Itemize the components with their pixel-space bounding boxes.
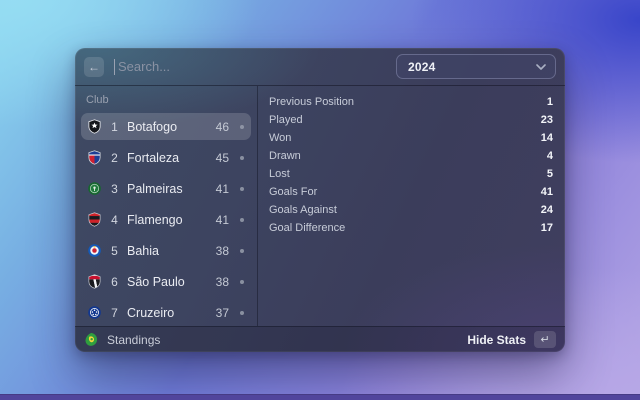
- stat-row-won: Won 14: [269, 129, 553, 147]
- status-dot: [240, 310, 244, 315]
- toolbar: ← 2024: [75, 48, 565, 86]
- stat-label: Goals Against: [269, 204, 337, 216]
- botafogo-crest-icon: [88, 119, 101, 134]
- stat-label: Won: [269, 132, 292, 144]
- club-position: 7: [111, 305, 118, 320]
- club-name: Cruzeiro: [127, 305, 175, 320]
- flamengo-crest-icon: [88, 212, 101, 227]
- chevron-down-icon: [536, 63, 546, 70]
- text-caret: [114, 58, 115, 75]
- stat-row-played: Played 23: [269, 111, 553, 129]
- club-points: 45: [215, 150, 229, 165]
- stat-row-previous-position: Previous Position 1: [269, 93, 553, 111]
- club-position: 3: [111, 181, 118, 196]
- club-row-botafogo[interactable]: 1 Botafogo 46: [81, 113, 251, 140]
- sao-paulo-crest-icon: [88, 274, 101, 289]
- back-button[interactable]: ←: [84, 56, 104, 77]
- club-row-sao-paulo[interactable]: 6 São Paulo 38: [81, 268, 251, 295]
- stat-value: 1: [546, 96, 553, 108]
- stat-label: Played: [269, 114, 303, 126]
- club-points: 41: [215, 181, 229, 196]
- bahia-crest-icon: [88, 244, 101, 257]
- club-points: 46: [215, 119, 229, 134]
- stat-label: Drawn: [269, 150, 301, 162]
- footer-title: Standings: [107, 332, 161, 347]
- stat-label: Goals For: [269, 186, 318, 198]
- stat-value: 4: [546, 150, 553, 162]
- club-row-bahia[interactable]: 5 Bahia 38: [81, 237, 251, 264]
- club-name: Botafogo: [127, 119, 178, 134]
- clubs-panel: Club 1 Botafogo 46 2 Fortaleza 45 3 Palm…: [75, 86, 258, 326]
- status-dot: [240, 279, 244, 284]
- season-value: 2024: [408, 59, 436, 74]
- stat-value: 41: [540, 186, 553, 198]
- club-name: Fortaleza: [127, 150, 180, 165]
- stat-row-drawn: Drawn 4: [269, 147, 553, 165]
- club-points: 38: [215, 274, 229, 289]
- status-dot: [240, 155, 244, 160]
- stat-value: 14: [540, 132, 553, 144]
- stat-row-lost: Lost 5: [269, 165, 553, 183]
- stat-value: 17: [540, 222, 553, 234]
- standings-window: ← 2024 Club 1 Botafogo 46: [75, 48, 565, 352]
- stat-row-goals-against: Goals Against 24: [269, 201, 553, 219]
- club-row-flamengo[interactable]: 4 Flamengo 41: [81, 206, 251, 233]
- fortaleza-crest-icon: [88, 150, 101, 165]
- stat-row-goal-difference: Goal Difference 17: [269, 219, 553, 237]
- status-dot: [240, 248, 244, 253]
- club-position: 5: [111, 243, 118, 258]
- stat-label: Previous Position: [269, 96, 354, 108]
- club-name: Bahia: [127, 243, 159, 258]
- footer-bar: Standings Hide Stats ↵: [75, 326, 565, 352]
- brasileirao-logo-icon: [85, 332, 98, 346]
- club-name: Palmeiras: [127, 181, 183, 196]
- stat-row-goals-for: Goals For 41: [269, 183, 553, 201]
- hide-stats-button[interactable]: Hide Stats: [467, 333, 526, 347]
- stat-value: 23: [540, 114, 553, 126]
- club-position: 4: [111, 212, 118, 227]
- cruzeiro-crest-icon: [88, 306, 101, 319]
- club-row-fortaleza[interactable]: 2 Fortaleza 45: [81, 144, 251, 171]
- club-points: 41: [215, 212, 229, 227]
- status-dot: [240, 186, 244, 191]
- club-row-palmeiras[interactable]: 3 Palmeiras 41: [81, 175, 251, 202]
- club-position: 1: [111, 119, 118, 134]
- club-points: 37: [215, 305, 229, 320]
- club-name: São Paulo: [127, 274, 185, 289]
- return-key-icon[interactable]: ↵: [534, 331, 556, 348]
- stat-value: 24: [540, 204, 553, 216]
- season-dropdown[interactable]: 2024: [396, 54, 556, 79]
- status-dot: [240, 217, 244, 222]
- stat-label: Lost: [269, 168, 290, 180]
- club-name: Flamengo: [127, 212, 183, 227]
- club-position: 2: [111, 150, 118, 165]
- club-points: 38: [215, 243, 229, 258]
- stat-value: 5: [546, 168, 553, 180]
- status-dot: [240, 124, 244, 129]
- club-position: 6: [111, 274, 118, 289]
- back-arrow-icon: ←: [88, 59, 100, 74]
- search-input[interactable]: [118, 59, 396, 74]
- club-row-cruzeiro[interactable]: 7 Cruzeiro 37: [81, 299, 251, 326]
- main-area: Club 1 Botafogo 46 2 Fortaleza 45 3 Palm…: [75, 86, 565, 326]
- stats-panel: Previous Position 1 Played 23 Won 14 Dra…: [258, 86, 565, 326]
- stat-label: Goal Difference: [269, 222, 346, 234]
- clubs-column-header: Club: [86, 94, 109, 106]
- palmeiras-crest-icon: [88, 182, 101, 195]
